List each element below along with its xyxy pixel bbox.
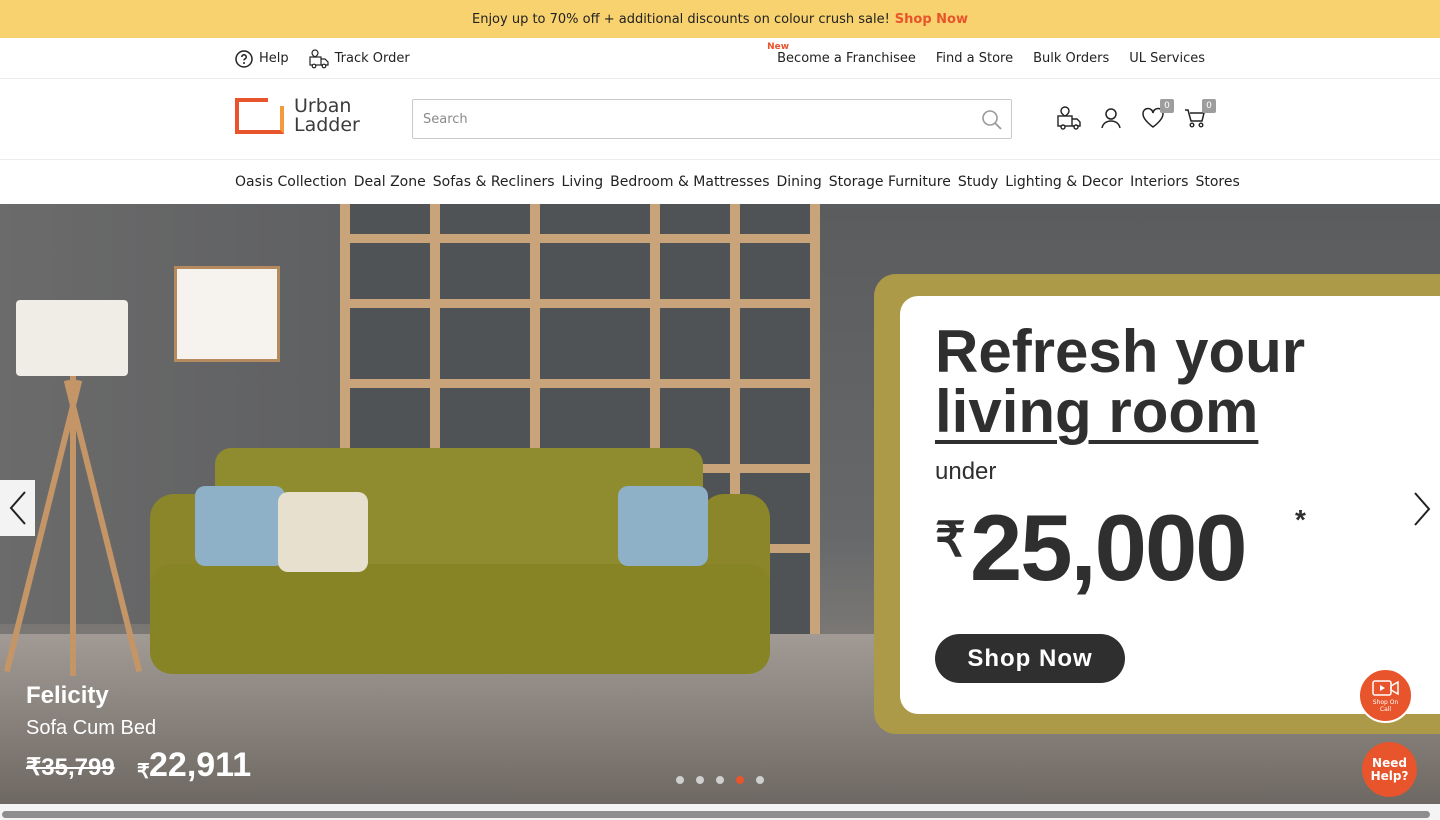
product-price-symbol: ₹ [137,761,150,783]
carousel-next-button[interactable] [1404,484,1440,534]
nav-lighting-decor[interactable]: Lighting & Decor [1005,174,1123,190]
nav-sofas-recliners[interactable]: Sofas & Recliners [433,174,555,190]
carousel-dot-2[interactable] [696,776,704,784]
nav-deal-zone[interactable]: Deal Zone [354,174,426,190]
bulk-orders-link[interactable]: Bulk Orders [1033,51,1109,66]
user-icon [1101,108,1121,129]
nav-living[interactable]: Living [562,174,604,190]
scrollbar-thumb[interactable] [2,811,1430,818]
video-call-icon [1371,679,1399,696]
carousel-dot-4[interactable] [736,776,744,784]
track-order-label: Track Order [334,51,410,66]
carousel-dots [676,776,764,784]
track-order-icon [309,48,329,68]
become-franchisee-link[interactable]: New Become a Franchisee [767,42,916,66]
wishlist-count-badge: 0 [1160,99,1174,113]
logo-wordmark: Urban Ladder [294,97,360,135]
delivery-truck-icon [1057,106,1081,130]
help-label: Help [259,51,289,66]
hero-headline-line-2: living room [935,378,1259,445]
main-header: Urban Ladder 0 0 [0,79,1440,160]
franchisee-label: Become a Franchisee [777,51,916,66]
nav-stores[interactable]: Stores [1195,174,1239,190]
help-icon [235,49,253,68]
nav-interiors[interactable]: Interiors [1130,174,1188,190]
hero-asterisk: * [1295,504,1306,535]
shop-on-call-label: Shop On Call [1372,698,1399,713]
account-button[interactable] [1098,103,1124,133]
promo-banner: Enjoy up to 70% off + additional discoun… [0,0,1440,38]
logo-line-2: Ladder [294,114,360,136]
carousel-dot-5[interactable] [756,776,764,784]
chevron-right-icon [1414,492,1431,526]
nav-oasis-collection[interactable]: Oasis Collection [235,174,347,190]
cart-button[interactable]: 0 [1182,99,1216,133]
help-link[interactable]: Help [235,49,289,68]
nav-bedroom-mattresses[interactable]: Bedroom & Mattresses [610,174,769,190]
hero-shop-now-button[interactable]: Shop Now [935,634,1125,683]
floor-lamp-image [16,300,128,376]
hero-price-amount: 25,000 [970,495,1248,600]
new-badge: New [767,42,790,52]
wall-art-image [174,266,280,362]
search-icon[interactable] [981,109,1003,131]
logo-mark-icon [235,96,286,134]
product-name: Felicity [26,682,109,709]
product-type: Sofa Cum Bed [26,717,157,739]
ul-services-link[interactable]: UL Services [1129,51,1205,66]
hero-carousel[interactable]: Refresh your living room under ₹ 25,000 … [0,204,1440,804]
search-input[interactable] [413,100,1011,138]
product-old-price: ₹35,799 [26,754,115,781]
search-box [412,99,1012,139]
promo-text: Enjoy up to 70% off + additional discoun… [471,11,890,27]
track-order-link[interactable]: Track Order [309,48,410,69]
nav-storage-furniture[interactable]: Storage Furniture [829,174,951,190]
shop-on-call-button[interactable]: Shop On Call [1358,668,1413,723]
logo[interactable]: Urban Ladder [235,96,360,135]
carousel-dot-1[interactable] [676,776,684,784]
horizontal-scrollbar[interactable] [0,804,1440,820]
delivery-tracker-button[interactable] [1056,103,1082,133]
need-help-button[interactable]: Need Help? [1362,742,1417,797]
nav-dining[interactable]: Dining [777,174,822,190]
nav-study[interactable]: Study [958,174,998,190]
chevron-left-icon [9,491,26,525]
utility-bar: Help Track Order New Become a Franchisee… [0,38,1440,79]
product-new-price: 22,911 [149,746,252,784]
hero-headline-line-1: Refresh your [935,318,1306,385]
promo-shop-now-link[interactable]: Shop Now [895,12,968,27]
carousel-dot-3[interactable] [716,776,724,784]
find-store-link[interactable]: Find a Store [936,51,1013,66]
category-nav: Oasis Collection Deal Zone Sofas & Recli… [0,160,1440,204]
hero-under-label: under [935,458,997,485]
carousel-prev-button[interactable] [0,480,35,536]
cart-count-badge: 0 [1202,99,1216,113]
wishlist-button[interactable]: 0 [1140,99,1174,133]
hero-currency-symbol: ₹ [935,514,966,567]
